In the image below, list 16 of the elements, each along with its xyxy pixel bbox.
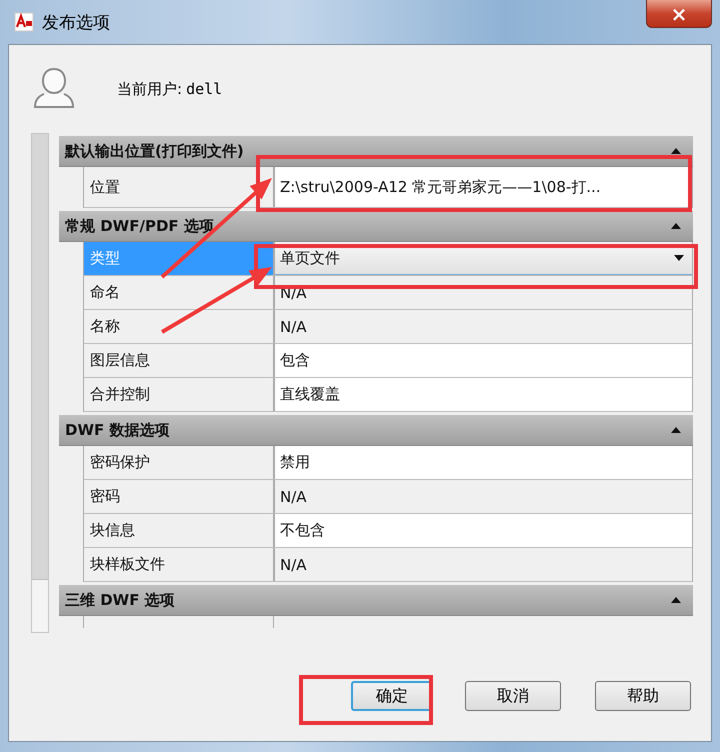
section-header[interactable]: 三维 DWF 选项: [59, 585, 693, 616]
current-user-label: 当前用户:: [117, 80, 182, 98]
section-header[interactable]: 默认输出位置(打印到文件): [59, 136, 693, 167]
property-value[interactable]: 不包含: [275, 514, 692, 547]
app-logo-icon: [14, 12, 34, 32]
dialog-button[interactable]: 帮助: [595, 681, 691, 711]
window-title: 发布选项: [42, 12, 110, 34]
dropdown-caret-icon: [674, 255, 684, 261]
close-button[interactable]: ×: [646, 0, 712, 28]
current-user-name: dell: [186, 80, 222, 98]
property-value[interactable]: 禁用: [275, 446, 692, 479]
scrollbar[interactable]: [31, 133, 49, 633]
dialog-button[interactable]: 取消: [465, 681, 561, 711]
property-value[interactable]: 直线覆盖: [275, 378, 692, 411]
property-value[interactable]: 包含: [275, 344, 692, 377]
section-header[interactable]: DWF 数据选项: [59, 415, 693, 446]
